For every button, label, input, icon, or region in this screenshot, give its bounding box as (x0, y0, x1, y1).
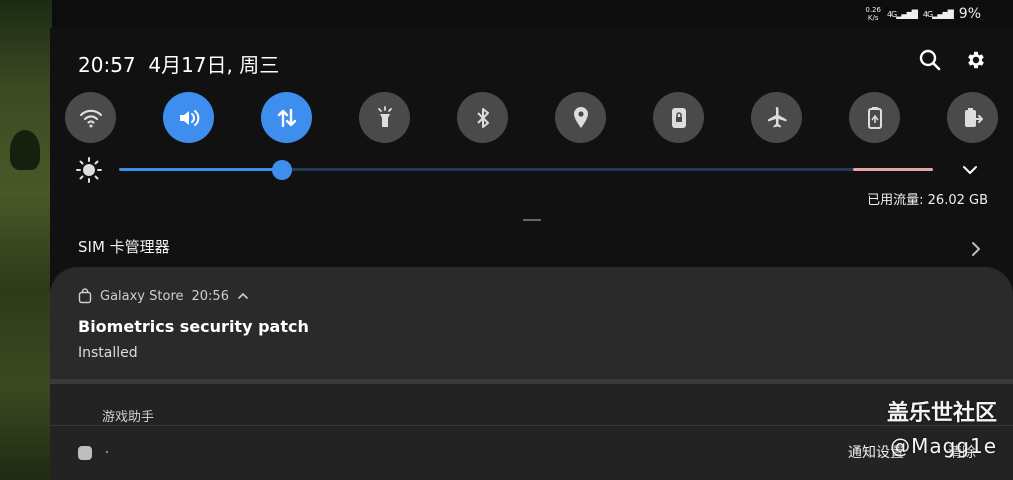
notification-app-name: Galaxy Store (100, 288, 184, 304)
tile-sound[interactable] (163, 92, 214, 143)
footer-divider (50, 425, 1013, 426)
airplane-icon (767, 106, 786, 127)
tile-flashlight[interactable] (359, 92, 410, 143)
date: 4月17日, 周三 (148, 53, 280, 77)
tile-power-saving[interactable] (849, 92, 900, 143)
clock-date[interactable]: 20:57 4月17日, 周三 (78, 49, 279, 78)
tile-power-share[interactable] (947, 92, 998, 143)
chevron-up-icon[interactable] (237, 291, 249, 301)
volume-icon (179, 109, 199, 126)
status-bar: 0.26 K/s 4G▂▄▆█ 4G▂▄▆█ 9% (0, 0, 1013, 28)
tile-screen-lock[interactable] (653, 92, 704, 143)
tile-airplane[interactable] (751, 92, 802, 143)
notification-body: Installed (78, 345, 138, 361)
search-icon[interactable] (918, 48, 942, 72)
watermark: 盖乐世社区 @Magg1e (887, 398, 997, 462)
brightness-fill (119, 168, 282, 171)
sim1-signal-icon: 4G▂▄▆█ (886, 9, 918, 19)
clock: 20:57 (78, 53, 136, 77)
game-helper-card[interactable]: 游戏助手 通知设置 清除 (50, 384, 1013, 480)
sim-manager-row[interactable]: SIM 卡管理器 (78, 236, 170, 257)
brightness-high-zone (853, 168, 933, 171)
quick-settings-tiles (65, 92, 999, 144)
lock-icon (671, 107, 686, 128)
chevron-down-icon[interactable] (960, 160, 980, 180)
wifi-icon (79, 109, 102, 127)
data-arrows-icon (277, 108, 296, 127)
tile-mobile-data[interactable] (261, 92, 312, 143)
chevron-right-icon[interactable] (968, 240, 984, 258)
shopping-bag-icon (78, 288, 92, 304)
bluetooth-icon (476, 107, 489, 128)
game-helper-label: 游戏助手 (102, 410, 155, 425)
battery-percent: 9% (958, 6, 981, 22)
network-speed: 0.26 K/s (865, 6, 881, 22)
game-background (0, 0, 52, 480)
watermark-handle: @Magg1e (890, 434, 997, 458)
battery-share-icon (964, 107, 983, 127)
notification-header: Galaxy Store 20:56 (78, 288, 249, 304)
brightness-thumb[interactable] (271, 160, 292, 180)
tile-wifi[interactable] (65, 92, 116, 143)
dot-separator (106, 451, 108, 453)
gear-icon[interactable] (964, 48, 988, 72)
notification-card[interactable]: Galaxy Store 20:56 Biometrics security p… (50, 267, 1013, 379)
brightness-slider[interactable] (119, 168, 933, 171)
app-icon (78, 446, 92, 460)
panel-drag-handle[interactable] (523, 219, 541, 221)
notification-title: Biometrics security patch (78, 317, 309, 336)
tile-bluetooth[interactable] (457, 92, 508, 143)
data-usage-label: 已用流量: 26.02 GB (867, 193, 988, 208)
flashlight-icon (377, 105, 392, 127)
sun-icon (76, 157, 102, 183)
sim2-signal-icon: 4G▂▄▆█ (922, 9, 954, 19)
location-pin-icon (573, 106, 588, 128)
notification-time: 20:56 (191, 288, 229, 304)
battery-recycle-icon (867, 106, 882, 129)
tile-location[interactable] (555, 92, 606, 143)
watermark-title: 盖乐世社区 (886, 401, 997, 426)
